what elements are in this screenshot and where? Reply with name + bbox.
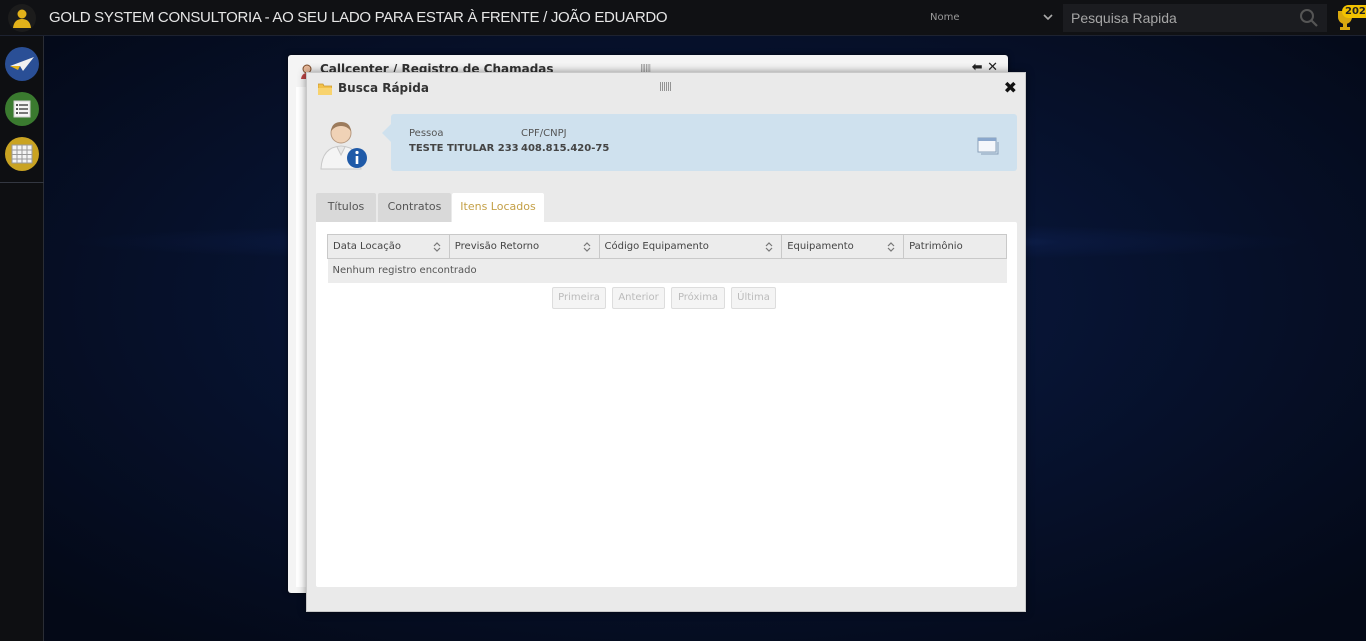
- pager-prev-button[interactable]: Anterior: [612, 287, 665, 309]
- sort-icon: [887, 242, 895, 252]
- tab-itens-locados[interactable]: Itens Locados: [452, 193, 544, 222]
- itens-locados-table: Data Locação Previsão Retorno Código Equ…: [327, 234, 1007, 283]
- column-codigo-equipamento[interactable]: Código Equipamento: [598, 234, 783, 259]
- column-label: Código Equipamento: [604, 241, 709, 252]
- sidebar-item-list[interactable]: [5, 92, 39, 126]
- column-label: Equipamento: [787, 241, 854, 252]
- folder-icon: [318, 83, 332, 95]
- empty-message: Nenhum registro encontrado: [327, 258, 1007, 283]
- dialog-drag-handle[interactable]: ||||||: [659, 82, 672, 92]
- person-info-card: Pessoa TESTE TITULAR 233 CPF/CNPJ 408.81…: [382, 114, 1017, 171]
- close-button[interactable]: ✖: [1004, 80, 1017, 96]
- column-equipamento[interactable]: Equipamento: [781, 234, 905, 259]
- column-previsao-retorno[interactable]: Previsão Retorno: [448, 234, 600, 259]
- person-info-icon: [320, 122, 367, 170]
- notification-badge: 2021: [1342, 5, 1366, 18]
- search-icon[interactable]: [1299, 8, 1319, 28]
- sidebar: [0, 36, 44, 641]
- user-avatar-button[interactable]: [8, 4, 36, 32]
- column-label: Previsão Retorno: [454, 241, 540, 252]
- pager-first-button[interactable]: Primeira: [552, 287, 606, 309]
- search-field-select[interactable]: Nome: [930, 12, 960, 23]
- column-label: Data Locação: [333, 241, 401, 252]
- tab-titulos[interactable]: Títulos: [316, 193, 376, 222]
- quick-search-dialog: Busca Rápida |||||| ✖ Pessoa TESTE TITUL…: [306, 72, 1026, 612]
- pager-last-button[interactable]: Última: [731, 287, 776, 309]
- tab-content: Data Locação Previsão Retorno Código Equ…: [316, 222, 1017, 587]
- column-label: Patrimônio: [909, 241, 963, 252]
- table-row: Nenhum registro encontrado: [327, 258, 1007, 283]
- sidebar-item-messages[interactable]: [5, 47, 39, 81]
- user-avatar-icon: [13, 9, 31, 28]
- grid-icon: [11, 144, 33, 164]
- window-drag-handle[interactable]: ||||||: [640, 63, 651, 72]
- pager-next-button[interactable]: Próxima: [671, 287, 725, 309]
- sort-icon: [433, 242, 441, 252]
- chevron-down-icon[interactable]: [1042, 11, 1054, 23]
- dialog-title: Busca Rápida: [338, 81, 429, 95]
- pessoa-label: Pessoa: [409, 128, 444, 139]
- sort-icon: [765, 242, 773, 252]
- list-icon: [13, 100, 31, 118]
- search-input[interactable]: [1063, 4, 1293, 32]
- app-title: GOLD SYSTEM CONSULTORIA - AO SEU LADO PA…: [49, 9, 668, 26]
- pessoa-value: TESTE TITULAR 233: [409, 143, 519, 154]
- sidebar-item-grid[interactable]: [5, 137, 39, 171]
- column-patrimonio[interactable]: Patrimônio: [903, 234, 1007, 259]
- column-data-locacao[interactable]: Data Locação: [327, 234, 450, 259]
- trophy-notification-button[interactable]: 2021: [1334, 3, 1366, 33]
- cpf-value: 408.815.420-75: [521, 143, 610, 154]
- table-header-row: Data Locação Previsão Retorno Código Equ…: [327, 234, 1007, 259]
- top-bar: GOLD SYSTEM CONSULTORIA - AO SEU LADO PA…: [0, 0, 1366, 36]
- window-view-icon[interactable]: [977, 137, 999, 155]
- sidebar-divider: [0, 182, 44, 183]
- tab-contratos[interactable]: Contratos: [378, 193, 451, 222]
- sort-icon: [583, 242, 590, 252]
- paper-plane-icon: [10, 57, 34, 71]
- quick-search: [1063, 4, 1327, 32]
- cpf-label: CPF/CNPJ: [521, 128, 567, 139]
